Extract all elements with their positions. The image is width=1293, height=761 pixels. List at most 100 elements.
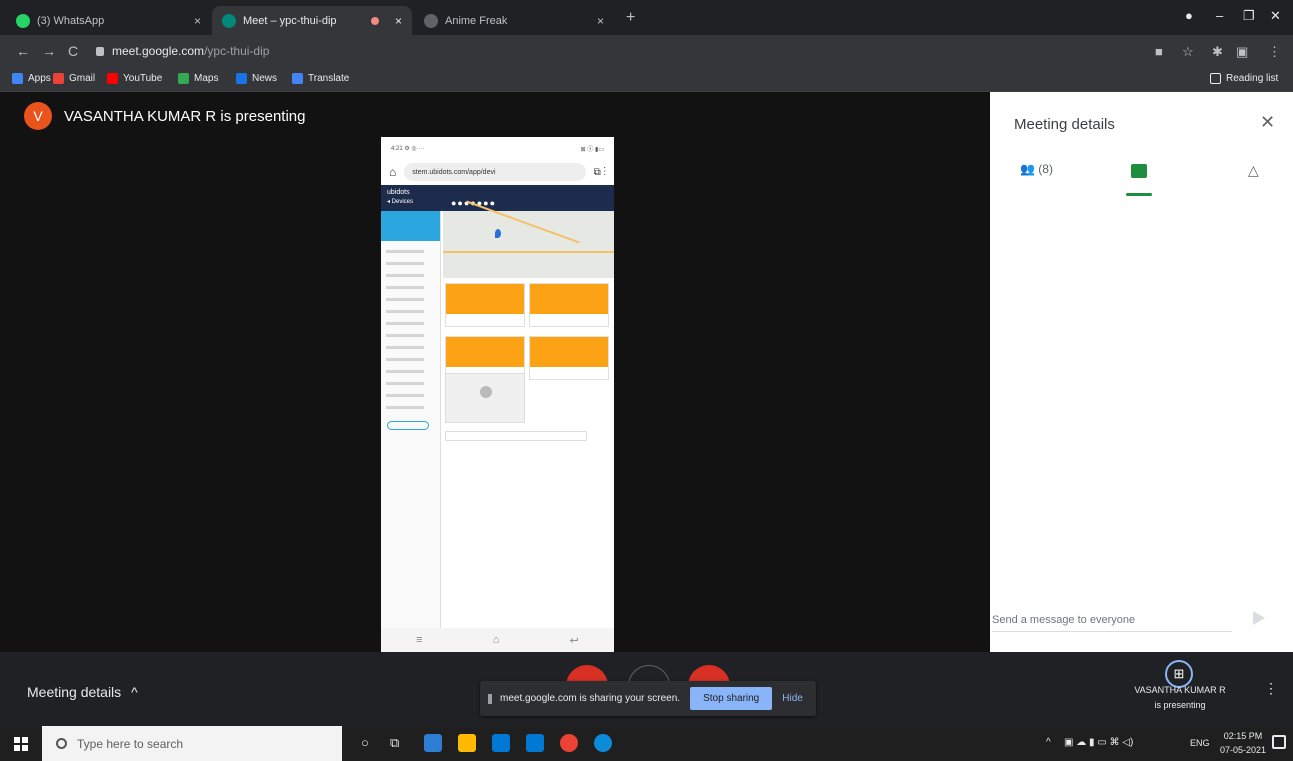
- clock-date: 07-05-2021: [1219, 745, 1267, 755]
- minimize-icon[interactable]: –: [1216, 8, 1223, 23]
- home-nav-icon: ⌂: [492, 634, 500, 646]
- bookmark-apps[interactable]: Apps: [12, 73, 51, 84]
- search-placeholder: Type here to search: [77, 736, 184, 751]
- bookmark-star-icon[interactable]: ☆: [1182, 44, 1194, 60]
- recents-icon: ≡: [416, 634, 423, 646]
- bookmark-news[interactable]: News: [236, 73, 277, 84]
- panel-title: Meeting details: [1014, 116, 1115, 133]
- tab-title: Anime Freak: [445, 14, 508, 27]
- address-bar[interactable]: meet.google.com /ypc-thui-dip: [96, 40, 1146, 62]
- phone-url-pill: stem.ubidots.com/app/devi: [404, 163, 586, 181]
- phone-status-right: ⊠ ⓢ ▮▭: [580, 146, 604, 153]
- forward-icon[interactable]: →: [42, 43, 56, 59]
- phone-nav-bar: ≡ ⌂ ↩: [381, 628, 614, 652]
- presenter-status: is presenting: [1154, 700, 1206, 710]
- bookmark-youtube[interactable]: YouTube: [107, 73, 162, 84]
- globe-icon: [424, 13, 438, 28]
- bookmark-gmail[interactable]: Gmail: [53, 73, 95, 84]
- indicator-card: [529, 336, 609, 380]
- maximize-icon[interactable]: ❐: [1243, 8, 1255, 24]
- profile-avatar-icon[interactable]: ▣: [1236, 44, 1248, 60]
- stop-sharing-button[interactable]: Stop sharing: [690, 687, 773, 710]
- lock-icon: [96, 46, 104, 56]
- bookmark-label: Translate: [308, 73, 350, 84]
- profile-dot-icon[interactable]: ●: [1185, 8, 1193, 23]
- app-icon[interactable]: [424, 734, 442, 752]
- bookmark-translate[interactable]: Translate: [292, 73, 349, 84]
- notification-icon[interactable]: [1272, 735, 1286, 749]
- chat-icon[interactable]: [1131, 164, 1147, 178]
- phone-url-bar: ⌂ stem.ubidots.com/app/devi ⧉ ⋮: [381, 159, 614, 185]
- home-icon: ⌂: [389, 165, 397, 179]
- tray-icons[interactable]: ▣ ☁ ▮ ▭ ⌘ ◁): [1064, 737, 1133, 748]
- tray-chevron-icon[interactable]: ^: [1046, 737, 1051, 748]
- task-view-icon[interactable]: ⧉: [390, 735, 399, 751]
- meeting-details-button[interactable]: Meeting details ^: [27, 684, 138, 700]
- people-count: (8): [1038, 162, 1053, 176]
- active-tab-indicator: [1126, 193, 1152, 196]
- phone-status-bar: 4:21 ⚙ ◎ ··· ⊠ ⓢ ▮▭: [381, 137, 614, 159]
- chrome-icon[interactable]: [560, 734, 578, 752]
- close-tab-icon[interactable]: ×: [395, 14, 402, 28]
- phone-url-text: stem.ubidots.com/app/devi: [412, 168, 496, 176]
- mail-icon[interactable]: [526, 734, 544, 752]
- ubidots-header: ubidots ◂ Devices ●●●●●●●: [381, 185, 614, 211]
- reading-list-icon: [1210, 73, 1221, 84]
- menu-icon[interactable]: ⋮: [1268, 44, 1281, 60]
- new-tab-icon[interactable]: +: [626, 9, 635, 27]
- activities-icon[interactable]: △: [1248, 162, 1259, 179]
- translate-icon: [292, 73, 303, 84]
- presenter-name: VASANTHA KUMAR R: [1134, 685, 1226, 695]
- close-window-icon[interactable]: ✕: [1270, 8, 1281, 24]
- extensions-icon[interactable]: ✱: [1212, 44, 1223, 60]
- presentation-stage: V VASANTHA KUMAR R is presenting 4:21 ⚙ …: [0, 92, 990, 652]
- presenter-banner: V VASANTHA KUMAR R is presenting: [24, 102, 305, 130]
- ubidots-brand: ubidots: [387, 189, 410, 196]
- tab-anime-freak[interactable]: Anime Freak ×: [414, 6, 614, 35]
- meet-bottom-bar: Meeting details ^ meet.google.com is sha…: [0, 652, 1293, 726]
- back-nav-icon: ↩: [569, 634, 579, 647]
- bookmark-label: News: [252, 73, 278, 84]
- chat-message-input[interactable]: Send a message to everyone: [992, 606, 1232, 632]
- taskbar-search[interactable]: Type here to search: [42, 726, 342, 761]
- present-screen-icon[interactable]: ⊞: [1165, 660, 1193, 688]
- map-road: [443, 251, 614, 253]
- taskbar-clock[interactable]: 02:15 PM 07-05-2021: [1219, 729, 1267, 757]
- meeting-details-panel: Meeting details ✕ 👥 (8) △ Send a message…: [990, 92, 1293, 652]
- close-icon[interactable]: ✕: [1260, 112, 1275, 133]
- avatar: V: [24, 102, 52, 130]
- screen-share-notification: meet.google.com is sharing your screen. …: [480, 681, 816, 716]
- ubidots-breadcrumb: ◂ Devices: [387, 199, 414, 205]
- reading-list[interactable]: Reading list: [1210, 73, 1278, 84]
- store-icon[interactable]: [492, 734, 510, 752]
- phone-status-left: 4:21 ⚙ ◎ ···: [391, 145, 425, 152]
- edge-icon[interactable]: [594, 734, 612, 752]
- sidebar-button: [387, 421, 429, 430]
- back-icon[interactable]: ←: [16, 43, 30, 59]
- chat-placeholder: Send a message to everyone: [992, 614, 1136, 626]
- hide-button[interactable]: Hide: [782, 693, 803, 704]
- file-explorer-icon[interactable]: [458, 734, 476, 752]
- meet-icon: [222, 13, 236, 28]
- tab-people[interactable]: 👥 (8): [1020, 162, 1053, 176]
- camera-icon[interactable]: ■: [1155, 44, 1163, 59]
- tab-whatsapp[interactable]: (3) WhatsApp ×: [6, 6, 211, 35]
- send-icon[interactable]: [1253, 611, 1265, 625]
- windows-start-icon[interactable]: [14, 737, 28, 751]
- drag-handle-icon[interactable]: [488, 693, 492, 704]
- close-tab-icon[interactable]: ×: [194, 14, 201, 28]
- browser-tab-strip: (3) WhatsApp × Meet – ypc-thui-dip × Ani…: [0, 0, 1293, 35]
- more-options-icon[interactable]: ⋮: [1264, 680, 1278, 697]
- people-icon: 👥: [1020, 162, 1035, 176]
- ubidots-dashboard: [381, 200, 614, 631]
- cortana-icon[interactable]: ○: [361, 735, 369, 750]
- bookmark-maps[interactable]: Maps: [178, 73, 218, 84]
- tab-meet[interactable]: Meet – ypc-thui-dip ×: [212, 6, 412, 35]
- reload-icon[interactable]: C: [68, 43, 78, 59]
- maps-icon: [178, 73, 189, 84]
- bookmark-label: Maps: [194, 73, 219, 84]
- language-indicator[interactable]: ENG: [1190, 738, 1210, 748]
- bookmarks-bar: Apps Gmail YouTube Maps News Translate R…: [0, 67, 1293, 92]
- shared-phone-screen: 4:21 ⚙ ◎ ··· ⊠ ⓢ ▮▭ ⌂ stem.ubidots.com/a…: [381, 137, 614, 652]
- close-tab-icon[interactable]: ×: [597, 14, 604, 28]
